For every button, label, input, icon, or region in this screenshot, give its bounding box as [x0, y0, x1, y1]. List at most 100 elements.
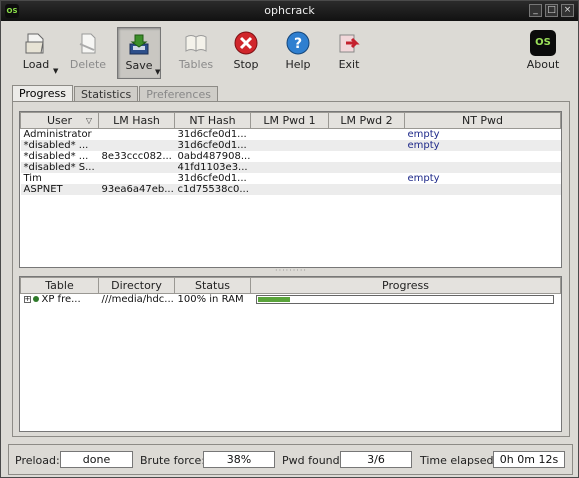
save-button[interactable]: Save ▼ [117, 27, 161, 79]
nt-hash-cell: 31d6cfe0d1... [174, 140, 251, 151]
column-header-lm-pwd-2[interactable]: LM Pwd 2 [328, 112, 405, 129]
lm-pwd1-cell [250, 162, 329, 173]
nt-pwd-cell [405, 151, 561, 162]
column-header-directory[interactable]: Directory [98, 277, 175, 294]
lm-pwd2-cell [328, 162, 405, 173]
column-header-nt-pwd[interactable]: NT Pwd [404, 112, 561, 129]
stop-icon [234, 31, 258, 55]
nt-hash-cell: 31d6cfe0d1... [177, 173, 247, 184]
lm-pwd2-cell [329, 151, 405, 162]
user-cell: ASPNET [20, 184, 99, 195]
lm-pwd2-cell [329, 129, 405, 141]
tab-statistics[interactable]: Statistics [73, 86, 139, 102]
lm-hash-cell [98, 162, 175, 173]
app-logo-icon: OS [5, 4, 19, 18]
table-row[interactable]: ASPNET 93ea6a47eb... c1d75538c0... [20, 184, 561, 195]
table-row[interactable]: Tim 31d6cfe0d1... empty [21, 173, 561, 184]
table-row[interactable]: *disabled* ... 31d6cfe0d1... empty [20, 140, 561, 151]
toolbar: Load ▼ Delete Save ▼ Tables Stop ? Help … [9, 27, 572, 79]
table-row[interactable]: + XP fre... ///media/hdc... 100% in RAM [21, 294, 561, 306]
lm-pwd1-cell [250, 140, 329, 151]
user-cell: *disabled* ... [23, 151, 89, 162]
nt-pwd-cell: empty [407, 173, 440, 184]
about-label: About [526, 58, 560, 71]
close-window-button[interactable]: × [561, 4, 574, 17]
nt-hash-cell: 31d6cfe0d1... [177, 129, 247, 140]
user-cell: Administrator [23, 129, 92, 140]
ophcrack-window: OS ophcrack _ □ × Load ▼ Delete Save ▼ T… [0, 0, 579, 478]
tables-progress-list[interactable]: Table Directory Status Progress + XP fre.… [19, 276, 562, 432]
load-label: Load [22, 58, 50, 71]
table-name: XP fre... [41, 294, 81, 305]
lm-hash-cell: 93ea6a47eb... [98, 184, 175, 195]
brute-force-value: 38% [203, 451, 275, 468]
delete-document-icon [79, 33, 96, 54]
save-dropdown-icon[interactable]: ▼ [155, 68, 160, 76]
column-header-status[interactable]: Status [174, 277, 251, 294]
delete-button[interactable]: Delete [63, 27, 113, 79]
column-header-user[interactable]: User ▽ [20, 112, 99, 129]
table-status-dot-icon [32, 296, 39, 302]
nt-hash-cell: 41fd1103e3... [174, 162, 251, 173]
directory-cell: ///media/hdc... [101, 294, 174, 305]
preload-value: done [60, 451, 133, 468]
time-elapsed-label: Time elapsed: [420, 454, 498, 467]
save-disk-icon [129, 34, 149, 55]
nt-pwd-cell [404, 162, 561, 173]
lm-hash-cell [99, 173, 175, 184]
column-header-lm-hash[interactable]: LM Hash [98, 112, 175, 129]
pane-splitter[interactable]: ········· [13, 267, 569, 275]
lm-pwd1-cell [251, 173, 329, 184]
table-progress-bar [255, 294, 554, 304]
table-name-cell: + XP fre... [21, 294, 99, 305]
progress-cell [251, 294, 561, 306]
pwd-found-label: Pwd found: [282, 454, 344, 467]
tab-progress[interactable]: Progress [12, 85, 73, 102]
column-header-nt-hash[interactable]: NT Hash [174, 112, 251, 129]
column-header-lm-pwd-1[interactable]: LM Pwd 1 [250, 112, 329, 129]
help-button[interactable]: ? Help [273, 27, 323, 79]
column-header-table[interactable]: Table [20, 277, 99, 294]
nt-pwd-cell [404, 184, 561, 195]
sort-descending-icon: ▽ [85, 116, 92, 125]
lm-hash-cell: 8e33ccc082... [101, 151, 172, 162]
load-dropdown-icon[interactable]: ▼ [53, 67, 58, 75]
table-row[interactable]: Administrator 31d6cfe0d1... empty [21, 129, 561, 141]
tables-book-icon [185, 35, 207, 52]
stop-button[interactable]: Stop [221, 27, 271, 79]
lm-hash-cell [99, 129, 175, 141]
status-cell: 100% in RAM [177, 294, 244, 305]
ophcrack-logo-icon: OS [530, 30, 556, 56]
about-button[interactable]: OS About [518, 27, 568, 79]
title-bar[interactable]: OS ophcrack _ □ × [1, 1, 578, 21]
maximize-button[interactable]: □ [545, 4, 558, 17]
delete-label: Delete [69, 58, 107, 71]
tables-label: Tables [178, 58, 214, 71]
table-row[interactable]: *disabled* ... 8e33ccc082... 0abd487908.… [21, 151, 561, 162]
load-button[interactable]: Load ▼ [11, 27, 61, 79]
lm-pwd2-cell [329, 173, 405, 184]
lm-pwd1-cell [251, 129, 329, 141]
help-label: Help [285, 58, 311, 71]
status-bar: Preload: done Brute force: 38% Pwd found… [8, 444, 573, 475]
brute-force-label: Brute force: [140, 454, 206, 467]
tables-button[interactable]: Tables [171, 27, 221, 79]
save-label: Save [125, 59, 153, 72]
lm-hash-cell [98, 140, 175, 151]
minimize-button[interactable]: _ [529, 4, 542, 17]
column-header-progress[interactable]: Progress [250, 277, 561, 294]
hash-table[interactable]: User ▽ LM Hash NT Hash LM Pwd 1 LM Pwd 2… [19, 111, 562, 268]
tab-preferences[interactable]: Preferences [139, 86, 218, 102]
expand-icon[interactable]: + [23, 295, 31, 303]
table-row[interactable]: *disabled* S... 41fd1103e3... [20, 162, 561, 173]
help-icon: ? [286, 31, 310, 55]
nt-hash-cell: 0abd487908... [177, 151, 251, 162]
tab-bar: Progress Statistics Preferences [12, 85, 219, 102]
table-progress-fill [257, 296, 291, 302]
nt-pwd-cell: empty [407, 129, 440, 140]
exit-button[interactable]: Exit [324, 27, 374, 79]
time-elapsed-value: 0h 0m 12s [493, 451, 565, 468]
user-cell: Tim [23, 173, 42, 184]
window-title: ophcrack [264, 4, 315, 17]
pwd-found-value: 3/6 [340, 451, 412, 468]
